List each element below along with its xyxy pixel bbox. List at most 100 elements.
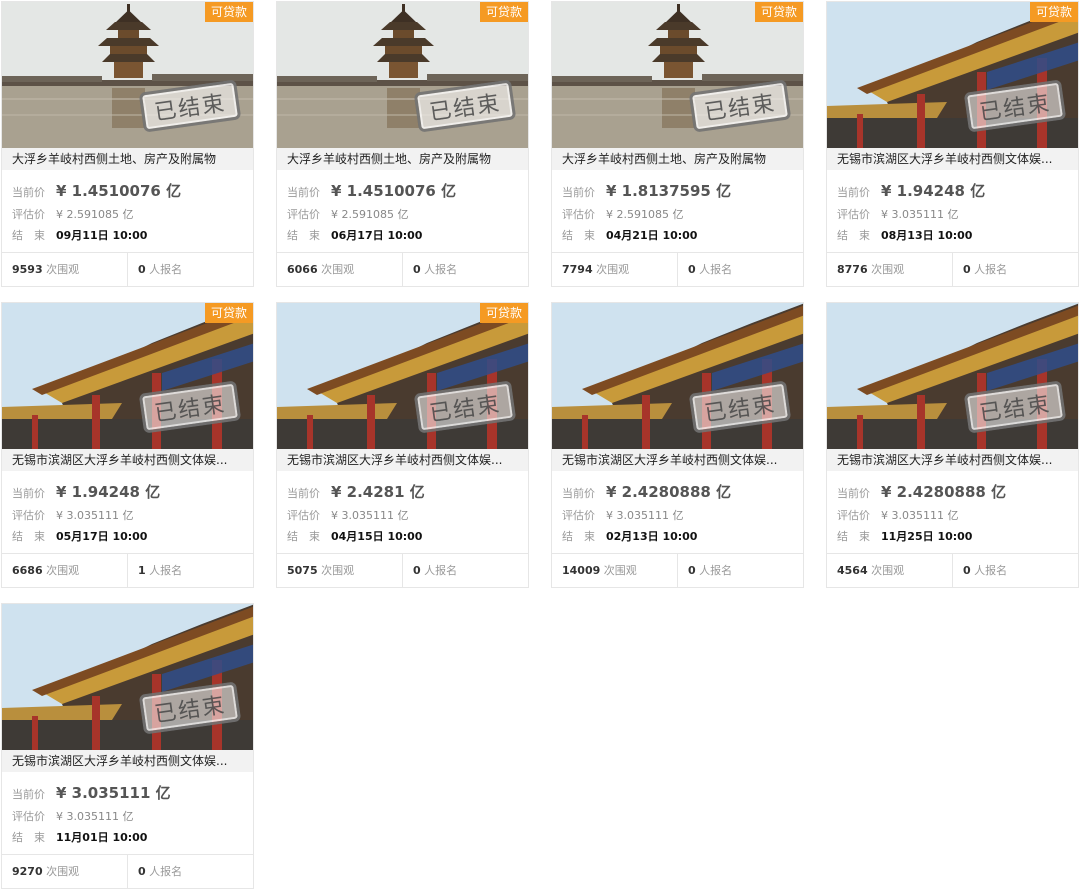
views-suffix: 次围观 <box>603 564 637 577</box>
auction-card-1[interactable]: 可贷款 已结束 大浮乡羊岐村西侧土地、房产及附属物 当前价 ¥ 1.451007… <box>1 1 254 287</box>
auction-card-4[interactable]: 可贷款 已结束 无锡市滨湖区大浮乡羊岐村西侧文体娱... 当前价 ¥ 1.942… <box>826 1 1079 287</box>
signups-count: 0 人报名 <box>402 253 528 286</box>
signups-suffix: 人报名 <box>699 564 733 577</box>
property-thumbnail[interactable]: 已结束 <box>2 604 253 750</box>
current-price-label: 当前价 <box>562 186 595 199</box>
price-info: 当前价 ¥ 1.4510076 亿 评估价 ¥ 2.591085 亿 结 束 0… <box>277 170 528 255</box>
price-info: 当前价 ¥ 1.8137595 亿 评估价 ¥ 2.591085 亿 结 束 0… <box>552 170 803 255</box>
views-count: 9270 次围观 <box>2 855 127 888</box>
eval-price-value: ¥ 2.591085 亿 <box>331 208 409 221</box>
auction-card-9[interactable]: 已结束 无锡市滨湖区大浮乡羊岐村西侧文体娱... 当前价 ¥ 3.035111 … <box>1 603 254 889</box>
eval-price-label: 评估价 <box>12 810 45 823</box>
views-count: 8776 次围观 <box>827 253 952 286</box>
auction-card-6[interactable]: 可贷款 已结束 无锡市滨湖区大浮乡羊岐村西侧文体娱... 当前价 ¥ 2.428… <box>276 302 529 588</box>
loan-available-badge: 可贷款 <box>1029 2 1078 22</box>
signups-number: 0 <box>138 263 146 276</box>
signups-suffix: 人报名 <box>424 263 458 276</box>
card-title[interactable]: 无锡市滨湖区大浮乡羊岐村西侧文体娱... <box>2 750 253 772</box>
eval-price-value: ¥ 3.035111 亿 <box>56 509 134 522</box>
eval-price-row: 评估价 ¥ 2.591085 亿 <box>287 206 518 227</box>
eval-price-label: 评估价 <box>837 208 870 221</box>
auction-card-7[interactable]: 已结束 无锡市滨湖区大浮乡羊岐村西侧文体娱... 当前价 ¥ 2.4280888… <box>551 302 804 588</box>
signups-suffix: 人报名 <box>149 865 183 878</box>
price-info: 当前价 ¥ 2.4281 亿 评估价 ¥ 3.035111 亿 结 束 04月1… <box>277 471 528 556</box>
temple-gate-image <box>827 303 1078 449</box>
views-suffix: 次围观 <box>46 865 80 878</box>
eval-price-row: 评估价 ¥ 3.035111 亿 <box>12 507 243 528</box>
current-price-value: ¥ 1.4510076 亿 <box>331 182 457 200</box>
eval-price-row: 评估价 ¥ 3.035111 亿 <box>562 507 793 528</box>
card-title[interactable]: 大浮乡羊岐村西侧土地、房产及附属物 <box>552 148 803 170</box>
signups-number: 0 <box>688 263 696 276</box>
end-time-row: 结 束 09月11日 10:00 <box>12 227 243 247</box>
card-footer: 4564 次围观 0 人报名 <box>827 553 1078 587</box>
property-thumbnail[interactable]: 可贷款 已结束 <box>2 303 253 449</box>
eval-price-label: 评估价 <box>12 509 45 522</box>
eval-price-row: 评估价 ¥ 2.591085 亿 <box>562 206 793 227</box>
current-price-row: 当前价 ¥ 1.94248 亿 <box>12 481 243 507</box>
auction-card-5[interactable]: 可贷款 已结束 无锡市滨湖区大浮乡羊岐村西侧文体娱... 当前价 ¥ 1.942… <box>1 302 254 588</box>
eval-price-label: 评估价 <box>287 509 320 522</box>
signups-number: 0 <box>688 564 696 577</box>
current-price-value: ¥ 1.8137595 亿 <box>606 182 732 200</box>
signups-count: 0 人报名 <box>677 554 803 587</box>
current-price-row: 当前价 ¥ 2.4280888 亿 <box>562 481 793 507</box>
property-thumbnail[interactable]: 已结束 <box>552 303 803 449</box>
views-count: 6066 次围观 <box>277 253 402 286</box>
signups-number: 0 <box>963 564 971 577</box>
eval-price-label: 评估价 <box>12 208 45 221</box>
end-time-row: 结 束 04月15日 10:00 <box>287 528 518 548</box>
end-time-row: 结 束 05月17日 10:00 <box>12 528 243 548</box>
loan-available-badge: 可贷款 <box>204 303 253 323</box>
eval-price-row: 评估价 ¥ 3.035111 亿 <box>287 507 518 528</box>
views-suffix: 次围观 <box>46 263 80 276</box>
card-title[interactable]: 无锡市滨湖区大浮乡羊岐村西侧文体娱... <box>2 449 253 471</box>
views-number: 4564 <box>837 564 868 577</box>
eval-price-value: ¥ 3.035111 亿 <box>881 208 959 221</box>
auction-card-2[interactable]: 可贷款 已结束 大浮乡羊岐村西侧土地、房产及附属物 当前价 ¥ 1.451007… <box>276 1 529 287</box>
end-time-label: 结 束 <box>287 229 320 242</box>
signups-number: 0 <box>963 263 971 276</box>
price-info: 当前价 ¥ 1.94248 亿 评估价 ¥ 3.035111 亿 结 束 05月… <box>2 471 253 556</box>
current-price-value: ¥ 1.94248 亿 <box>56 483 161 501</box>
card-title[interactable]: 无锡市滨湖区大浮乡羊岐村西侧文体娱... <box>827 449 1078 471</box>
views-count: 6686 次围观 <box>2 554 127 587</box>
property-thumbnail[interactable]: 可贷款 已结束 <box>2 2 253 148</box>
card-title[interactable]: 无锡市滨湖区大浮乡羊岐村西侧文体娱... <box>277 449 528 471</box>
end-time-row: 结 束 02月13日 10:00 <box>562 528 793 548</box>
signups-number: 0 <box>413 263 421 276</box>
end-time-row: 结 束 08月13日 10:00 <box>837 227 1068 247</box>
end-time-value: 11月25日 10:00 <box>881 530 973 543</box>
card-title[interactable]: 无锡市滨湖区大浮乡羊岐村西侧文体娱... <box>827 148 1078 170</box>
end-time-label: 结 束 <box>12 831 45 844</box>
views-count: 14009 次围观 <box>552 554 677 587</box>
eval-price-value: ¥ 3.035111 亿 <box>331 509 409 522</box>
views-number: 6686 <box>12 564 43 577</box>
card-title[interactable]: 大浮乡羊岐村西侧土地、房产及附属物 <box>277 148 528 170</box>
card-title[interactable]: 无锡市滨湖区大浮乡羊岐村西侧文体娱... <box>552 449 803 471</box>
property-thumbnail[interactable]: 可贷款 已结束 <box>552 2 803 148</box>
card-title[interactable]: 大浮乡羊岐村西侧土地、房产及附属物 <box>2 148 253 170</box>
temple-gate-image <box>827 2 1078 148</box>
end-time-label: 结 束 <box>12 530 45 543</box>
property-thumbnail[interactable]: 可贷款 已结束 <box>827 2 1078 148</box>
current-price-value: ¥ 1.4510076 亿 <box>56 182 182 200</box>
end-time-row: 结 束 04月21日 10:00 <box>562 227 793 247</box>
property-thumbnail[interactable]: 可贷款 已结束 <box>277 303 528 449</box>
loan-available-badge: 可贷款 <box>479 303 528 323</box>
property-thumbnail[interactable]: 已结束 <box>827 303 1078 449</box>
current-price-label: 当前价 <box>12 186 45 199</box>
price-info: 当前价 ¥ 1.4510076 亿 评估价 ¥ 2.591085 亿 结 束 0… <box>2 170 253 255</box>
eval-price-label: 评估价 <box>837 509 870 522</box>
card-footer: 5075 次围观 0 人报名 <box>277 553 528 587</box>
property-thumbnail[interactable]: 可贷款 已结束 <box>277 2 528 148</box>
auction-card-8[interactable]: 已结束 无锡市滨湖区大浮乡羊岐村西侧文体娱... 当前价 ¥ 2.4280888… <box>826 302 1079 588</box>
eval-price-value: ¥ 2.591085 亿 <box>56 208 134 221</box>
card-footer: 6066 次围观 0 人报名 <box>277 252 528 286</box>
auction-card-3[interactable]: 可贷款 已结束 大浮乡羊岐村西侧土地、房产及附属物 当前价 ¥ 1.813759… <box>551 1 804 287</box>
signups-number: 0 <box>413 564 421 577</box>
end-time-label: 结 束 <box>12 229 45 242</box>
signups-count: 0 人报名 <box>677 253 803 286</box>
end-time-label: 结 束 <box>287 530 320 543</box>
eval-price-label: 评估价 <box>562 208 595 221</box>
